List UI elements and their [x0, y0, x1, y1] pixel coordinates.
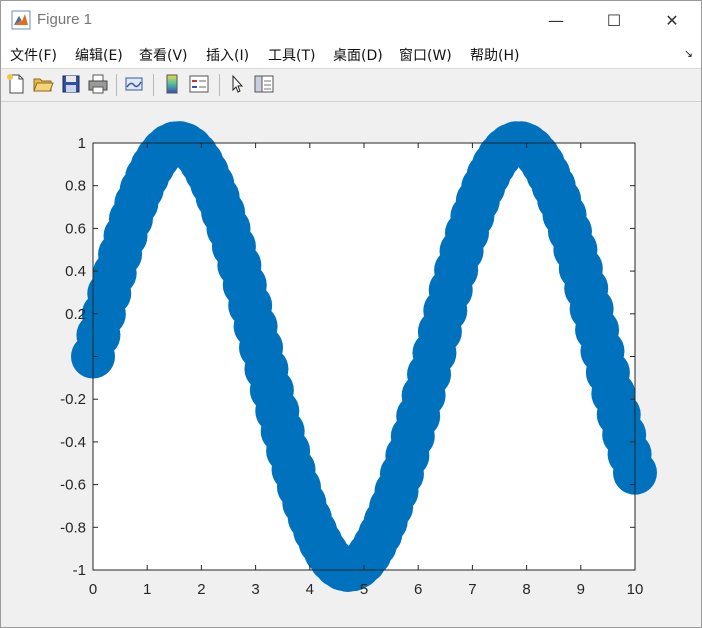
- x-tick-label: 6: [414, 581, 422, 598]
- menu-insert[interactable]: 插入(I): [206, 45, 249, 65]
- minimize-button[interactable]: —: [527, 1, 585, 39]
- maximize-button[interactable]: ☐: [585, 1, 643, 39]
- property-inspector-icon[interactable]: [253, 73, 275, 95]
- menu-window[interactable]: 窗口(W): [399, 45, 452, 65]
- menu-edit[interactable]: 编辑(E): [75, 45, 123, 65]
- figure-window: Figure 1 — ☐ ✕ 文件(F) 编辑(E) 查看(V) 插入(I) 工…: [0, 0, 702, 628]
- title-bar[interactable]: Figure 1 — ☐ ✕: [1, 1, 701, 39]
- toolbar-separator: [116, 74, 117, 96]
- save-icon[interactable]: [60, 73, 82, 95]
- x-tick-label: 3: [251, 581, 259, 598]
- x-tick-label: 10: [627, 581, 644, 598]
- y-tick-label: 0.2: [65, 306, 86, 323]
- x-tick-label: 2: [197, 581, 205, 598]
- link-plot-icon[interactable]: [123, 73, 145, 95]
- y-tick-label: -0.2: [60, 391, 86, 408]
- close-button[interactable]: ✕: [643, 1, 701, 39]
- y-tick-label: 0.4: [65, 263, 86, 280]
- minimize-icon: —: [548, 10, 564, 30]
- x-tick-label: 4: [306, 581, 314, 598]
- menu-file[interactable]: 文件(F): [10, 45, 57, 65]
- toolbar-separator: [153, 74, 154, 96]
- y-tick-label: 1: [78, 135, 86, 152]
- x-tick-labels: 0 1 2 3 4 5 6 7 8 9 10: [89, 581, 644, 598]
- x-tick-label: 8: [522, 581, 530, 598]
- y-tick-label: -0.6: [60, 477, 86, 494]
- open-file-icon[interactable]: [32, 73, 54, 95]
- menu-help[interactable]: 帮助(H): [470, 45, 519, 65]
- plot-canvas[interactable]: 0 1 2 3 4 5 6 7 8 9 10 1 0.8 0.6 0.4 0.2 -0.2 -0.4 -0.6 -0…: [1, 102, 701, 627]
- y-tick-label: 0.6: [65, 220, 86, 237]
- toolbar-separator: [219, 74, 220, 96]
- menu-desktop[interactable]: 桌面(D): [333, 45, 383, 65]
- new-figure-icon[interactable]: [5, 73, 27, 95]
- menu-tools[interactable]: 工具(T): [268, 45, 315, 65]
- y-tick-label: 0.8: [65, 178, 86, 195]
- colorbar-icon[interactable]: [161, 73, 183, 95]
- y-tick-label: -1: [73, 562, 86, 579]
- x-tick-label: 7: [468, 581, 476, 598]
- y-tick-label: -0.8: [60, 519, 86, 536]
- menu-bar: 文件(F) 编辑(E) 查看(V) 插入(I) 工具(T) 桌面(D) 窗口(W…: [1, 39, 701, 69]
- toolbar: [1, 69, 701, 102]
- menu-view[interactable]: 查看(V): [139, 45, 188, 65]
- window-title: Figure 1: [37, 11, 93, 28]
- x-tick-label: 5: [360, 581, 368, 598]
- matlab-logo-icon: [11, 10, 31, 30]
- x-tick-label: 1: [143, 581, 151, 598]
- close-icon: ✕: [665, 10, 679, 30]
- pointer-icon[interactable]: [226, 73, 248, 95]
- legend-icon[interactable]: [188, 73, 210, 95]
- maximize-icon: ☐: [606, 10, 622, 30]
- print-icon[interactable]: [87, 73, 109, 95]
- x-tick-label: 9: [577, 581, 585, 598]
- y-tick-label: -0.4: [60, 434, 86, 451]
- x-tick-label: 0: [89, 581, 97, 598]
- dock-arrow-icon[interactable]: ↘: [684, 47, 693, 60]
